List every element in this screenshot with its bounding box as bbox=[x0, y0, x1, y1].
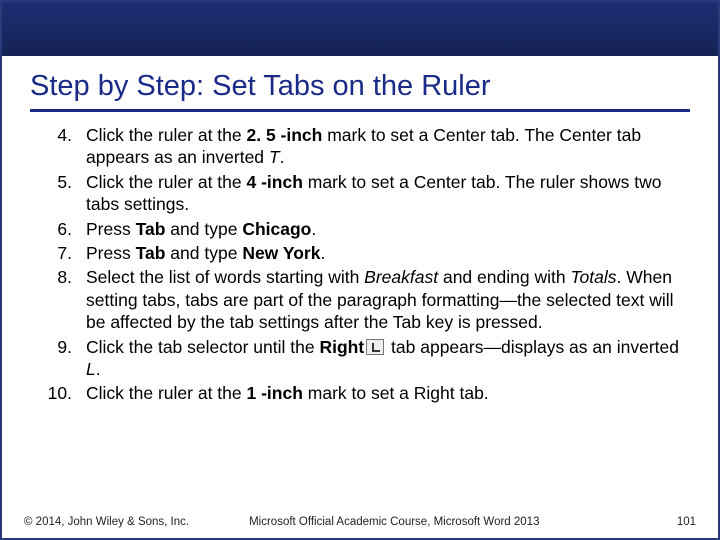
step-number: 8. bbox=[44, 266, 86, 333]
text-run: . bbox=[280, 147, 285, 167]
step-list: 4.Click the ruler at the 2. 5 -inch mark… bbox=[30, 124, 690, 405]
text-run: Press bbox=[86, 243, 136, 263]
step-item: 7.Press Tab and type New York. bbox=[44, 242, 690, 264]
text-run: mark to set a Right tab. bbox=[303, 383, 489, 403]
text-run: . bbox=[320, 243, 325, 263]
step-text: Press Tab and type New York. bbox=[86, 242, 690, 264]
content-area: Step by Step: Set Tabs on the Ruler 4.Cl… bbox=[2, 56, 718, 405]
step-text: Click the ruler at the 1 -inch mark to s… bbox=[86, 382, 690, 404]
text-run: 2. 5 -inch bbox=[246, 125, 322, 145]
slide: Step by Step: Set Tabs on the Ruler 4.Cl… bbox=[0, 0, 720, 540]
text-run: T bbox=[269, 147, 280, 167]
text-run: Chicago bbox=[242, 219, 311, 239]
text-run: . bbox=[311, 219, 316, 239]
text-run: and type bbox=[165, 243, 242, 263]
text-run: 1 -inch bbox=[246, 383, 302, 403]
text-run: Click the ruler at the bbox=[86, 383, 246, 403]
text-run: Totals bbox=[570, 267, 616, 287]
step-item: 5.Click the ruler at the 4 -inch mark to… bbox=[44, 171, 690, 216]
copyright-text: © 2014, John Wiley & Sons, Inc. bbox=[24, 516, 189, 528]
text-run: Click the ruler at the bbox=[86, 172, 246, 192]
step-item: 10.Click the ruler at the 1 -inch mark t… bbox=[44, 382, 690, 404]
step-text: Click the ruler at the 4 -inch mark to s… bbox=[86, 171, 690, 216]
text-run: Click the tab selector until the bbox=[86, 337, 319, 357]
step-number: 6. bbox=[44, 218, 86, 240]
step-number: 10. bbox=[44, 382, 86, 404]
course-text: Microsoft Official Academic Course, Micr… bbox=[189, 516, 677, 528]
text-run: New York bbox=[242, 243, 320, 263]
text-run: and type bbox=[165, 219, 242, 239]
step-number: 4. bbox=[44, 124, 86, 169]
step-text: Press Tab and type Chicago. bbox=[86, 218, 690, 240]
text-run: Select the list of words starting with bbox=[86, 267, 364, 287]
footer: © 2014, John Wiley & Sons, Inc. Microsof… bbox=[2, 516, 718, 528]
text-run: tab appears—displays as an inverted bbox=[386, 337, 679, 357]
text-run: and ending with bbox=[438, 267, 570, 287]
step-text: Click the tab selector until the Right t… bbox=[86, 336, 690, 381]
text-run: Tab bbox=[136, 243, 166, 263]
text-run: Breakfast bbox=[364, 267, 438, 287]
page-number: 101 bbox=[677, 516, 696, 528]
step-item: 8.Select the list of words starting with… bbox=[44, 266, 690, 333]
text-run: . bbox=[96, 359, 101, 379]
text-run: Right bbox=[319, 337, 364, 357]
step-number: 9. bbox=[44, 336, 86, 381]
step-number: 5. bbox=[44, 171, 86, 216]
title-bar bbox=[2, 2, 718, 56]
text-run: Tab bbox=[136, 219, 166, 239]
step-item: 6.Press Tab and type Chicago. bbox=[44, 218, 690, 240]
step-number: 7. bbox=[44, 242, 86, 264]
text-run: Click the ruler at the bbox=[86, 125, 246, 145]
step-text: Click the ruler at the 2. 5 -inch mark t… bbox=[86, 124, 690, 169]
title-underline bbox=[30, 109, 690, 112]
step-item: 9.Click the tab selector until the Right… bbox=[44, 336, 690, 381]
slide-title: Step by Step: Set Tabs on the Ruler bbox=[30, 66, 690, 109]
text-run: Press bbox=[86, 219, 136, 239]
right-tab-icon bbox=[366, 339, 384, 355]
step-text: Select the list of words starting with B… bbox=[86, 266, 690, 333]
text-run: L bbox=[86, 359, 96, 379]
text-run: 4 -inch bbox=[246, 172, 302, 192]
step-item: 4.Click the ruler at the 2. 5 -inch mark… bbox=[44, 124, 690, 169]
